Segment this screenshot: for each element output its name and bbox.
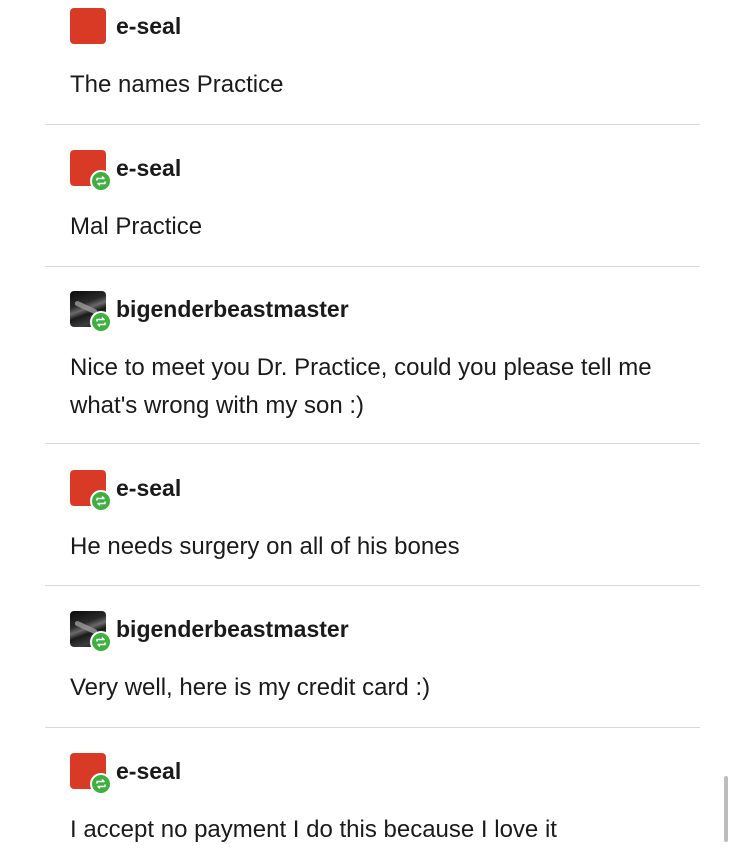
- post-header: e-seal: [70, 8, 181, 44]
- avatar[interactable]: [70, 611, 112, 653]
- post-header: bigenderbeastmaster: [70, 291, 349, 333]
- username-link[interactable]: bigenderbeastmaster: [116, 291, 349, 327]
- post-text: Mal Practice: [70, 213, 203, 240]
- reblog-icon: [90, 773, 112, 795]
- post-header: e-seal: [70, 470, 181, 512]
- reblog-icon: [90, 631, 112, 653]
- divider: [45, 585, 700, 586]
- avatar[interactable]: [70, 753, 112, 795]
- divider: [45, 443, 700, 444]
- username-link[interactable]: e-seal: [116, 8, 181, 44]
- username-link[interactable]: e-seal: [116, 470, 181, 506]
- reblog-icon: [90, 311, 112, 333]
- divider: [45, 727, 700, 728]
- divider: [45, 124, 700, 125]
- scrollbar[interactable]: [724, 776, 728, 842]
- username-link[interactable]: bigenderbeastmaster: [116, 611, 349, 647]
- post-header: bigenderbeastmaster: [70, 611, 349, 653]
- username-link[interactable]: e-seal: [116, 753, 181, 789]
- avatar[interactable]: [70, 291, 112, 333]
- reblog-icon: [90, 490, 112, 512]
- username-link[interactable]: e-seal: [116, 150, 181, 186]
- post-header: e-seal: [70, 753, 181, 795]
- post-text: Very well, here is my credit card :): [70, 674, 431, 701]
- post-header: e-seal: [70, 150, 181, 192]
- reblog-icon: [90, 170, 112, 192]
- post-text: Nice to meet you Dr. Practice, could you…: [70, 354, 652, 419]
- avatar[interactable]: [70, 8, 106, 44]
- divider: [45, 266, 700, 267]
- post-text: I accept no payment I do this because I …: [70, 816, 557, 843]
- avatar[interactable]: [70, 150, 112, 192]
- avatar[interactable]: [70, 470, 112, 512]
- post-text: The names Practice: [70, 71, 284, 98]
- post-text: He needs surgery on all of his bones: [70, 533, 460, 560]
